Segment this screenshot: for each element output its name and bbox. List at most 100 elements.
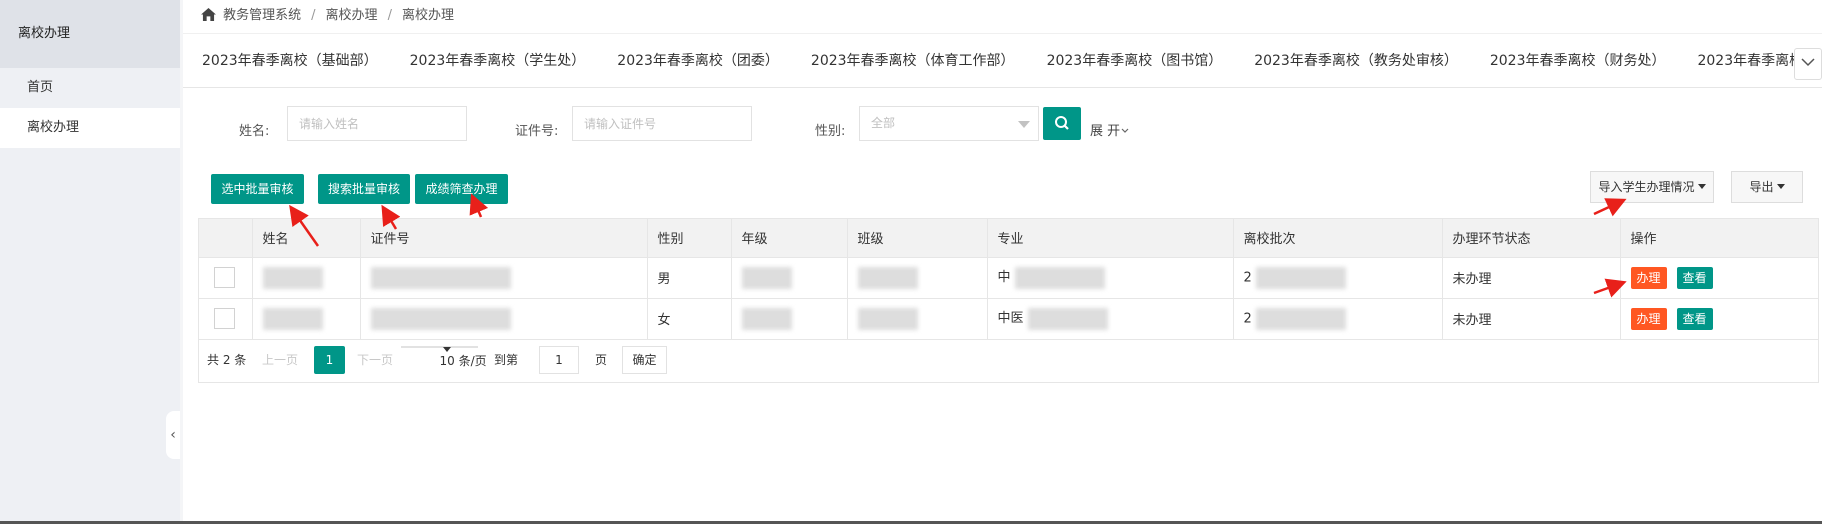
tab-finance[interactable]: 2023年春季离校（财务处） xyxy=(1490,34,1666,87)
sidebar-item-home[interactable]: 首页 xyxy=(0,68,180,108)
handle-button[interactable]: 办理 xyxy=(1630,266,1667,289)
checkbox-cell xyxy=(199,257,253,299)
tab-student-office[interactable]: 2023年春季离校（学生处） xyxy=(410,34,586,87)
redacted-block xyxy=(262,307,323,330)
batch-selected-review-button[interactable]: 选中批量审核 xyxy=(211,174,304,204)
id-label: 证件号: xyxy=(515,124,559,139)
next-page-button[interactable]: 下一页 xyxy=(357,346,393,374)
search-icon xyxy=(1055,116,1069,130)
id-cell xyxy=(360,298,648,340)
total-count: 共 2 条 xyxy=(207,353,247,367)
redacted-block xyxy=(857,307,918,330)
major-cell: 中医 xyxy=(987,298,1234,340)
search-button[interactable] xyxy=(1043,107,1081,140)
redacted-block xyxy=(1255,266,1346,289)
header-grade: 年级 xyxy=(731,219,848,258)
header-class: 班级 xyxy=(847,219,988,258)
name-cell xyxy=(252,298,361,340)
tab-youth-league[interactable]: 2023年春季离校（团委） xyxy=(617,34,779,87)
header-name: 姓名 xyxy=(252,219,361,258)
id-cell xyxy=(360,257,648,299)
status-cell: 未办理 xyxy=(1442,257,1621,299)
grade-cell xyxy=(731,257,848,299)
redacted-block xyxy=(1027,307,1108,330)
tab-dropdown-button[interactable] xyxy=(1794,48,1822,80)
sex-select[interactable]: 全部 xyxy=(859,106,1039,141)
header-checkbox-cell xyxy=(199,219,253,258)
view-button[interactable]: 查看 xyxy=(1676,307,1713,330)
caret-down-icon xyxy=(1776,184,1785,189)
filter-bar: 姓名: 证件号: 性别: 全部 展 开 xyxy=(183,88,1822,160)
sidebar-collapse-button[interactable]: ‹ xyxy=(166,411,180,459)
breadcrumb-item[interactable]: 离校办理 xyxy=(326,8,378,23)
batch-text: 2 xyxy=(1243,270,1252,285)
row-checkbox[interactable] xyxy=(214,267,235,288)
import-dropdown-button[interactable]: 导入学生办理情况 xyxy=(1590,171,1714,203)
status-cell: 未办理 xyxy=(1442,298,1621,340)
name-input[interactable] xyxy=(287,106,467,141)
name-cell xyxy=(252,257,361,299)
handle-button[interactable]: 办理 xyxy=(1630,307,1667,330)
page-unit-label: 页 xyxy=(595,353,608,367)
sidebar: 离校办理 首页 离校办理 ‹ xyxy=(0,0,180,524)
page-size-select[interactable]: 10 条/页 xyxy=(401,346,487,368)
redacted-block xyxy=(370,307,511,330)
header-status: 办理环节状态 xyxy=(1442,219,1621,258)
header-sex: 性别 xyxy=(647,219,732,258)
sidebar-item-leave[interactable]: 离校办理 xyxy=(0,108,180,148)
tab-academic-review[interactable]: 2023年春季离校（教务处审核） xyxy=(1254,34,1458,87)
import-label: 导入学生办理情况 xyxy=(1598,180,1695,194)
goto-confirm-button[interactable]: 确定 xyxy=(622,346,667,374)
caret-down-icon xyxy=(1697,184,1706,189)
checkbox-cell xyxy=(199,298,253,340)
tab-basic[interactable]: 2023年春季离校（基础部） xyxy=(202,34,378,87)
tab-library[interactable]: 2023年春季离校（图书馆） xyxy=(1047,34,1223,87)
redacted-block xyxy=(741,307,792,330)
page-1-button[interactable]: 1 xyxy=(314,346,345,374)
redacted-block xyxy=(1255,307,1346,330)
actions-cell: 办理 查看 xyxy=(1620,298,1819,340)
export-dropdown-button[interactable]: 导出 xyxy=(1731,171,1803,203)
breadcrumb-separator: / xyxy=(311,8,316,23)
goto-label: 到第 xyxy=(494,353,519,367)
caret-down-icon xyxy=(442,347,451,352)
header-major: 专业 xyxy=(987,219,1234,258)
breadcrumb-item: 离校办理 xyxy=(401,8,454,23)
breadcrumb-item[interactable]: 教务管理系统 xyxy=(223,8,301,23)
expand-toggle[interactable]: 展 开 xyxy=(1090,120,1129,139)
sex-select-value: 全部 xyxy=(871,116,896,130)
table-row: 女 中医 2 未办理 办理 查看 xyxy=(199,298,1819,340)
redacted-block xyxy=(262,266,323,289)
batch-search-review-button[interactable]: 搜索批量审核 xyxy=(318,174,410,204)
view-button[interactable]: 查看 xyxy=(1676,266,1713,289)
header-id: 证件号 xyxy=(360,219,648,258)
header-batch: 离校批次 xyxy=(1233,219,1443,258)
breadcrumb: 教务管理系统 / 离校办理 / 离校办理 xyxy=(183,0,1822,34)
id-input[interactable] xyxy=(572,106,752,141)
name-label: 姓名: xyxy=(239,124,270,139)
header-actions: 操作 xyxy=(1620,219,1819,258)
class-cell xyxy=(847,298,988,340)
redacted-block xyxy=(370,266,511,289)
tab-bar: 2023年春季离校（基础部） 2023年春季离校（学生处） 2023年春季离校（团委… xyxy=(183,34,1822,88)
export-label: 导出 xyxy=(1749,180,1774,194)
major-cell: 中 xyxy=(987,257,1234,299)
home-icon[interactable] xyxy=(201,8,216,21)
batch-text: 2 xyxy=(1243,311,1252,326)
caret-down-icon xyxy=(1018,121,1030,128)
goto-page-input[interactable]: 1 xyxy=(539,346,579,374)
sidebar-title: 离校办理 xyxy=(0,0,180,68)
grade-cell xyxy=(731,298,848,340)
redacted-block xyxy=(1014,266,1105,289)
batch-cell: 2 xyxy=(1233,298,1443,340)
sex-cell: 女 xyxy=(647,298,732,340)
batch-cell: 2 xyxy=(1233,257,1443,299)
tab-sports[interactable]: 2023年春季离校（体育工作部） xyxy=(811,34,1015,87)
data-table-container: 姓名 证件号 性别 年级 班级 专业 离校批次 办理环节状态 操作 男 中 2 … xyxy=(198,218,1819,383)
prev-page-button[interactable]: 上一页 xyxy=(262,346,298,374)
data-table: 姓名 证件号 性别 年级 班级 专业 离校批次 办理环节状态 操作 男 中 2 … xyxy=(199,219,1819,340)
expand-label: 展 开 xyxy=(1090,124,1121,139)
row-checkbox[interactable] xyxy=(214,308,235,329)
score-filter-button[interactable]: 成绩筛查办理 xyxy=(415,174,508,204)
actions-cell: 办理 查看 xyxy=(1620,257,1819,299)
